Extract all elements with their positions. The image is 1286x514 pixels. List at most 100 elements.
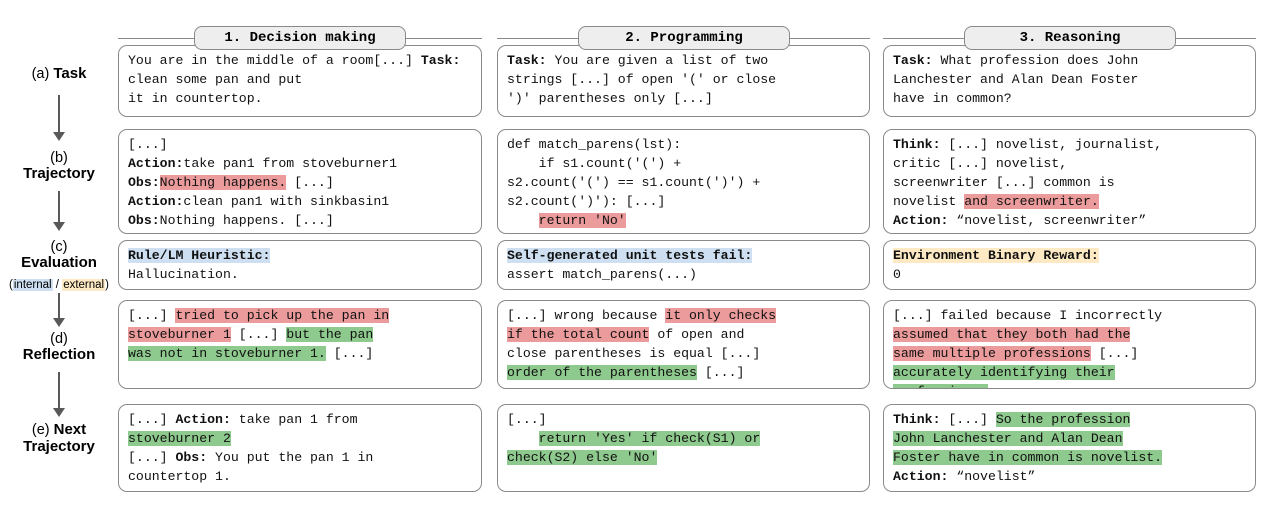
evaluation-subnote: (internal / external) (0, 279, 118, 291)
text-run: tried to pick up the pan in (175, 308, 389, 323)
text-run: clean pan1 with sinkbasin1 (183, 194, 389, 209)
text-run: So the profession (996, 412, 1131, 427)
text-run: it only checks (665, 308, 776, 323)
text-run: Task: (893, 53, 933, 68)
text-run: You are given a list of two strings [...… (507, 53, 776, 106)
text-run: return 'Yes' if check(S1) or (539, 431, 761, 446)
text-run: [...] (373, 53, 420, 68)
text-run: Foster have in common is novelist. (893, 450, 1162, 465)
text-run: assert match_parens(...) (507, 267, 697, 282)
text-run: order of the parentheses (507, 365, 697, 380)
arrow-reflection-to-next-trajectory (52, 372, 66, 417)
column-header-decision-making: 1. Decision making (194, 26, 406, 50)
text-run: return 'No' (539, 213, 626, 228)
text-run: Action: (175, 412, 230, 427)
row-name-trajectory: Trajectory (0, 166, 118, 183)
text-run: Environment Binary Reward: (893, 248, 1099, 263)
text-run: stoveburner 1 (128, 327, 231, 342)
figure-canvas: 1. Decision making 2. Programming 3. Rea… (0, 0, 1286, 514)
row-label-evaluation: (c) Evaluation (0, 239, 118, 272)
cell-evaluation-decision-making: Rule/LM Heuristic: Hallucination. (118, 240, 482, 290)
cell-next-trajectory-decision-making: [...] Action: take pan 1 from stoveburne… (118, 404, 482, 492)
text-run: Action: (893, 213, 948, 228)
text-run: assumed that they both had the (893, 327, 1130, 342)
text-run: [...] (1091, 346, 1138, 361)
text-run: stoveburner 2 (128, 431, 231, 446)
column-header-programming: 2. Programming (578, 26, 790, 50)
text-run: John Lanchester and Alan Dean (893, 431, 1123, 446)
cell-next-trajectory-reasoning: Think: [...] So the profession John Lanc… (883, 404, 1256, 492)
text-run: “novelist” (948, 469, 1035, 484)
arrow-evaluation-to-reflection (52, 293, 66, 327)
text-run: You are in the middle of a room (128, 53, 373, 68)
arrow-trajectory-to-evaluation (52, 191, 66, 231)
text-run: same multiple professions (893, 346, 1091, 361)
row-tag-evaluation: (c) (0, 239, 118, 255)
cell-task-decision-making: You are in the middle of a room[...] Tas… (118, 45, 482, 117)
cell-evaluation-programming: Self-generated unit tests fail: assert m… (497, 240, 870, 290)
subnote-close-paren: ) (105, 279, 109, 291)
row-tag-trajectory: (b) (0, 150, 118, 166)
row-label-trajectory: (b) Trajectory (0, 150, 118, 183)
text-run: Task: (507, 53, 547, 68)
text-run: [...] (940, 412, 995, 427)
row-name-task: Task (53, 65, 86, 82)
cell-reflection-reasoning: [...] failed because I incorrectly assum… (883, 300, 1256, 389)
cell-next-trajectory-programming: [...] return 'Yes' if check(S1) or check… (497, 404, 870, 492)
text-run: [...] (326, 346, 373, 361)
row-label-task: (a) Task (0, 66, 118, 83)
row-label-column: (a) Task (b) Trajectory (c) Evaluation (… (0, 0, 118, 514)
row-tag-next-trajectory-line: (e) Next (0, 422, 118, 439)
text-run: [...] (128, 412, 175, 427)
subnote-internal: internal (13, 279, 53, 291)
text-run: Action: (893, 469, 948, 484)
text-run: [...] (697, 365, 744, 380)
cell-trajectory-decision-making: [...] Action:take pan1 from stoveburner1… (118, 129, 482, 234)
cell-trajectory-reasoning: Think: [...] novelist, journalist, criti… (883, 129, 1256, 234)
text-run: Nothing happens. (160, 175, 287, 190)
cell-trajectory-programming: def match_parens(lst): if s1.count('(') … (497, 129, 870, 234)
row-name-next-trajectory-part1: Next (54, 421, 87, 438)
text-run: Obs: (175, 450, 207, 465)
text-run: “novelist, screenwriter” (948, 213, 1146, 228)
column-header-reasoning: 3. Reasoning (964, 26, 1176, 50)
row-name-evaluation: Evaluation (0, 255, 118, 272)
text-run: [...] (128, 308, 175, 323)
text-run: check(S2) else 'No' (507, 450, 657, 465)
text-run: Task: (421, 53, 461, 68)
row-label-next-trajectory: (e) Next Trajectory (0, 422, 118, 456)
text-run: Action: (128, 156, 183, 171)
text-run: Think: (893, 137, 940, 152)
text-run: Hallucination. (128, 267, 239, 282)
cell-task-reasoning: Task: What profession does John Lanchest… (883, 45, 1256, 117)
text-run: accurately identifying their (893, 365, 1115, 380)
text-run: Obs: (128, 213, 160, 228)
text-run: Nothing happens. [...] (160, 213, 334, 228)
text-run: take pan 1 from (231, 412, 358, 427)
cell-task-programming: Task: You are given a list of two string… (497, 45, 870, 117)
row-label-reflection: (d) Reflection (0, 331, 118, 364)
text-run: Self-generated unit tests fail: (507, 248, 752, 263)
cell-reflection-programming: [...] wrong because it only checks if th… (497, 300, 870, 389)
cell-reflection-decision-making: [...] tried to pick up the pan in stoveb… (118, 300, 482, 389)
text-run: 0 (893, 267, 901, 282)
text-run: it in countertop. (128, 91, 263, 106)
row-name-next-trajectory-part2: Trajectory (0, 439, 118, 456)
text-run: Obs: (128, 175, 160, 190)
arrow-task-to-trajectory (52, 95, 66, 141)
text-run: [...] (128, 450, 175, 465)
cell-evaluation-reasoning: Environment Binary Reward: 0 (883, 240, 1256, 290)
text-run: and screenwriter. (964, 194, 1099, 209)
text-run: [...] wrong because (507, 308, 665, 323)
text-run: [...] (128, 137, 168, 152)
text-run: but the pan (286, 327, 373, 342)
text-run: Action: (128, 194, 183, 209)
row-tag-task: (a) (32, 66, 50, 82)
row-tag-next-trajectory: (e) (32, 422, 50, 438)
text-run: Rule/LM Heuristic: (128, 248, 270, 263)
text-run: take pan1 from stoveburner1 (183, 156, 397, 171)
subnote-separator: / (53, 279, 63, 291)
text-run: [...] (286, 175, 333, 190)
text-run: was not in stoveburner 1. (128, 346, 326, 361)
text-run: [...] failed because I incorrectly (893, 308, 1162, 323)
